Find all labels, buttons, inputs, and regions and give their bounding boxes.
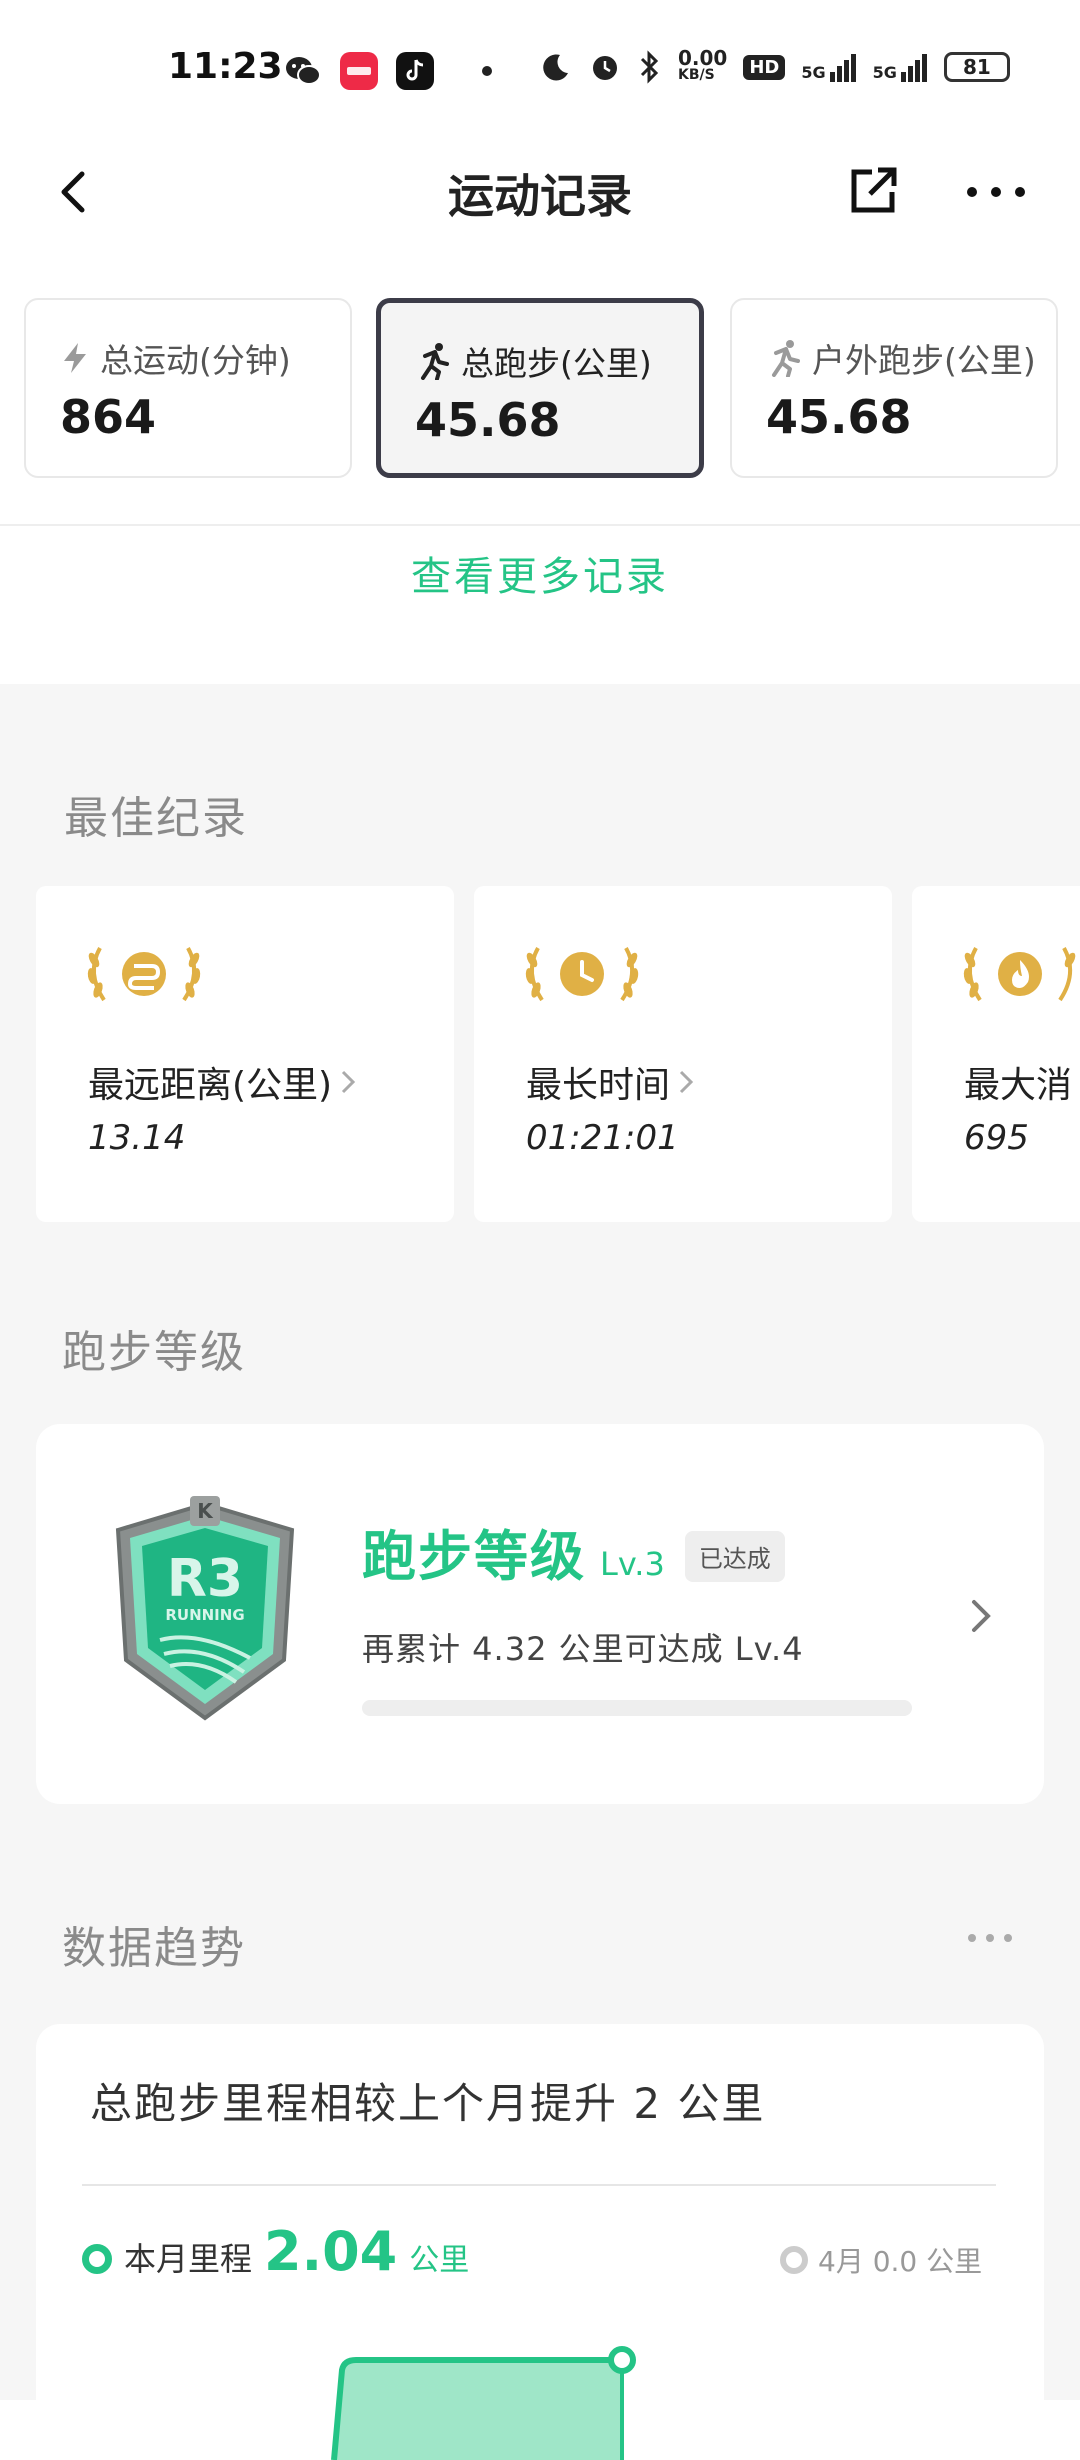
trend-area xyxy=(334,2360,622,2460)
best-card-duration[interactable]: 最长时间 01:21:01 xyxy=(474,886,892,1222)
bolt-icon xyxy=(64,343,86,373)
chevron-right-icon[interactable] xyxy=(968,1596,996,1636)
stat-value: 45.68 xyxy=(415,393,561,447)
best-card-calories[interactable]: 最大消 695 xyxy=(912,886,1080,1222)
current-month-unit: 公里 xyxy=(409,2243,470,2278)
trend-headline: 总跑步里程相较上个月提升 2 公里 xyxy=(90,2079,766,2128)
runner-icon xyxy=(772,340,800,377)
chevron-right-icon xyxy=(679,1070,694,1094)
level-status-badge: 已达成 xyxy=(684,1531,785,1582)
divider xyxy=(0,524,1080,526)
stats-tabs: 总运动(分钟) 864 总跑步(公里) 45.68 户外跑步(公里) 45.68 xyxy=(24,298,1080,480)
stat-total-running[interactable]: 总跑步(公里) 45.68 xyxy=(376,298,704,478)
signal-1-icon: 5G xyxy=(801,52,856,82)
notification-icons xyxy=(284,52,492,90)
best-records-title: 最佳纪录 xyxy=(64,793,248,844)
clock-icon xyxy=(525,947,639,1002)
page-title: 运动记录 xyxy=(448,169,632,223)
app-header: 运动记录 xyxy=(0,140,1080,240)
best-label: 最大消 xyxy=(964,1065,1073,1106)
view-more-records-link[interactable]: 查看更多记录 xyxy=(0,544,1080,602)
stat-total-exercise[interactable]: 总运动(分钟) 864 xyxy=(24,298,352,478)
signal-2-icon: 5G xyxy=(873,52,928,82)
runner-icon xyxy=(421,343,449,380)
tiktok-icon xyxy=(396,52,434,90)
more-icon[interactable] xyxy=(964,184,1028,200)
divider xyxy=(82,2184,996,2186)
level-description: 再累计 4.32 公里可达成 Lv.4 xyxy=(362,1630,804,1668)
stat-value: 45.68 xyxy=(766,390,912,444)
stat-label: 总跑步(公里) xyxy=(461,344,652,383)
badge-text: R3 xyxy=(167,1549,243,1609)
best-value: 695 xyxy=(964,1118,1029,1158)
net-speed: 0.00 KB/S xyxy=(678,46,728,83)
alarm-icon xyxy=(593,56,617,80)
stat-outdoor-running[interactable]: 户外跑步(公里) 45.68 xyxy=(730,298,1058,478)
svg-text:K: K xyxy=(197,1499,214,1523)
system-icons: 0.00 KB/S HD 5G 5G 81 xyxy=(540,46,1010,84)
r3-running-badge-icon: K R3 RUNNING xyxy=(115,1496,295,1721)
stat-label: 户外跑步(公里) xyxy=(812,341,1036,380)
data-trend-card[interactable]: 总跑步里程相较上个月提升 2 公里 本月里程 2.04 公里 4月 0.0 公里 xyxy=(36,2024,1044,2460)
badge-subtext: RUNNING xyxy=(165,1606,244,1624)
best-label: 最长时间 xyxy=(526,1065,671,1106)
data-trend-section-title: 数据趋势 xyxy=(62,1923,246,1974)
running-level-section-title: 跑步等级 xyxy=(62,1327,246,1378)
status-bar: 11:23 0.00 KB/S HD 5G 5G 81 xyxy=(0,0,1080,140)
best-value: 01:21:01 xyxy=(526,1118,679,1158)
current-month-value: 2.04 xyxy=(264,2220,398,2283)
current-month-legend-icon xyxy=(82,2244,112,2274)
level-title: 跑步等级 xyxy=(362,1525,586,1588)
stat-label: 总运动(分钟) xyxy=(100,341,291,380)
hd-icon: HD xyxy=(743,54,786,80)
battery-icon: 81 xyxy=(943,52,1010,82)
running-level-card[interactable]: K R3 RUNNING 跑步等级 Lv.3 已达成 再累计 4.32 公里可达… xyxy=(36,1424,1044,1804)
level-progress-bar xyxy=(362,1700,912,1716)
best-card-distance[interactable]: 最远距离(公里) 13.14 xyxy=(36,886,454,1222)
share-icon[interactable] xyxy=(848,164,900,216)
previous-month-legend-icon xyxy=(780,2246,808,2274)
more-notifications-dot xyxy=(482,66,492,76)
moon-icon xyxy=(543,54,568,81)
trend-point xyxy=(608,2346,636,2374)
best-value: 13.14 xyxy=(88,1118,186,1158)
bluetooth-icon xyxy=(640,50,659,84)
level-value: Lv.3 xyxy=(600,1545,665,1583)
trend-chart xyxy=(331,2346,636,2460)
stat-value: 864 xyxy=(60,390,157,444)
current-month-label: 本月里程 xyxy=(124,2240,253,2278)
chevron-right-icon xyxy=(342,1070,356,1094)
wechat-icon xyxy=(284,52,322,90)
best-label: 最远距离(公里) xyxy=(88,1065,333,1106)
more-icon[interactable] xyxy=(966,1932,1014,1944)
xiaohongshu-icon xyxy=(340,52,378,90)
status-time: 11:23 xyxy=(168,46,283,87)
route-icon xyxy=(87,947,201,1002)
previous-month-label: 4月 0.0 公里 xyxy=(818,2245,983,2278)
flame-icon xyxy=(963,947,1076,1002)
